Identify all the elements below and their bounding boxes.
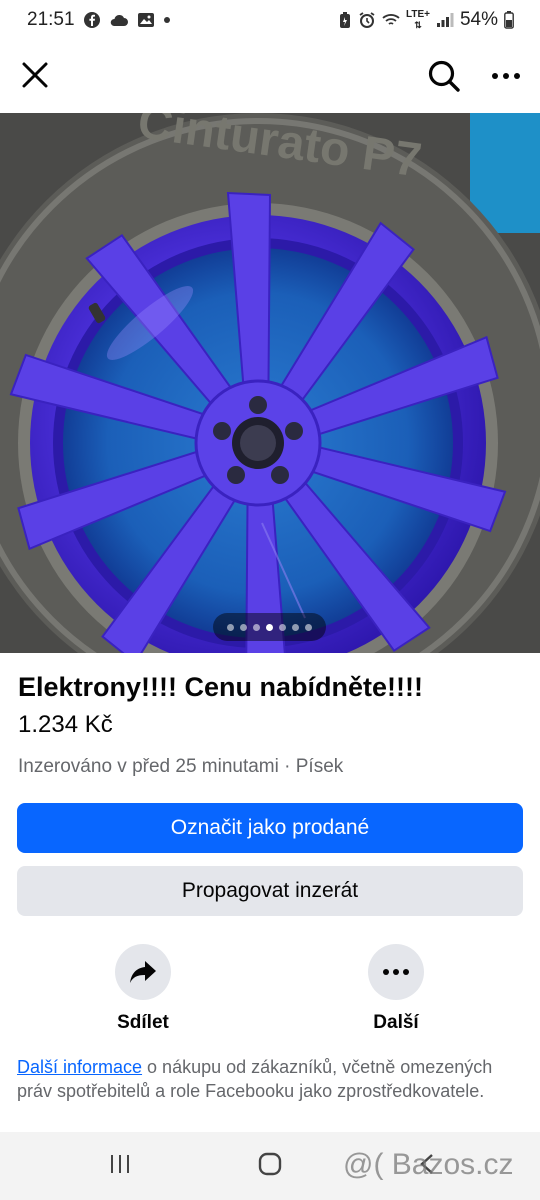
cloud-icon [109, 12, 129, 28]
carousel-dot[interactable] [305, 623, 312, 631]
lte-icon: LTE+ ⇅ [405, 9, 430, 31]
recent-apps-icon[interactable] [108, 1152, 132, 1181]
listing-price: 1.234 Kč [18, 711, 113, 738]
more-label: Další [373, 1012, 419, 1033]
home-icon[interactable] [258, 1152, 282, 1181]
more-button[interactable] [368, 944, 424, 1000]
mark-as-sold-button[interactable]: Označit jako prodané [17, 803, 523, 853]
top-bar [0, 40, 540, 112]
listing-photo[interactable]: Cinturato P7 [0, 113, 540, 653]
listing-meta: Inzerováno v před 25 minutami · Písek [18, 756, 344, 777]
status-time: 21:51 [27, 9, 75, 30]
watermark: @( Bazos.cz [343, 1148, 514, 1181]
alarm-icon [358, 11, 376, 29]
carousel-dot[interactable] [292, 623, 299, 631]
more-icon[interactable] [488, 58, 524, 94]
listing-title: Elektrony!!!! Cenu nabídněte!!!! [18, 672, 423, 702]
wifi-icon [382, 12, 400, 28]
carousel-indicator[interactable] [213, 613, 326, 641]
notification-dot-icon [163, 16, 171, 24]
share-button[interactable] [115, 944, 171, 1000]
battery-icon [504, 11, 514, 29]
more-dots-icon [383, 969, 409, 975]
more-action[interactable]: Další [336, 944, 456, 1034]
image-icon [137, 11, 155, 29]
carousel-dot-active[interactable] [266, 623, 273, 631]
share-action[interactable]: Sdílet [83, 944, 203, 1034]
battery-percent: 54% [459, 9, 498, 30]
search-icon[interactable] [426, 58, 462, 94]
carousel-dot[interactable] [253, 623, 260, 631]
carousel-dot[interactable] [240, 623, 247, 631]
close-icon[interactable] [18, 58, 52, 92]
signal-icon [436, 12, 454, 28]
purchase-info: Další informace o nákupu od zákazníků, v… [17, 1055, 522, 1103]
promote-listing-button[interactable]: Propagovat inzerát [17, 866, 523, 916]
battery-saver-icon [338, 11, 352, 29]
status-bar: 21:51 LTE+ ⇅ 54% [0, 0, 540, 40]
share-icon [130, 961, 156, 983]
carousel-dot[interactable] [279, 623, 286, 631]
more-info-link[interactable]: Další informace [17, 1057, 142, 1077]
carousel-dot[interactable] [227, 623, 234, 631]
wheel-photo: Cinturato P7 [0, 113, 540, 653]
share-label: Sdílet [117, 1012, 169, 1033]
facebook-icon [83, 11, 101, 29]
